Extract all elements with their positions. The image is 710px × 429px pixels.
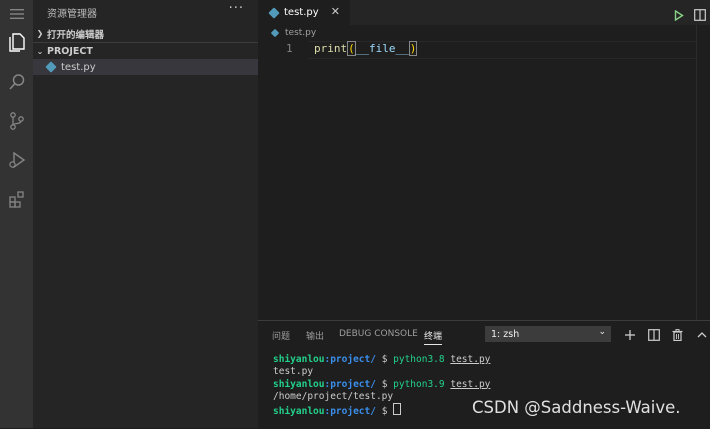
prompt-user: shiyanlou [273, 378, 325, 390]
close-icon[interactable]: ✕ [331, 5, 340, 18]
terminal-cursor [393, 403, 402, 416]
python-file-icon [268, 6, 280, 19]
project-label: PROJECT [47, 46, 93, 57]
terminal-select-value: 1: zsh [491, 328, 520, 340]
prompt-path: :project/ [324, 406, 376, 418]
terminal-line: test.py [273, 366, 314, 378]
open-editors-section[interactable]: ❯ 打开的编辑器 [33, 25, 258, 42]
explorer-icon[interactable] [0, 26, 33, 60]
code-close-paren: ) [408, 41, 418, 56]
terminal-line: shiyanlou:project/ $ python3.8 test.py [273, 354, 490, 366]
activity-bar [0, 0, 33, 428]
chevron-up-icon [697, 332, 707, 338]
plus-icon [625, 330, 635, 340]
scrollbar-track[interactable] [696, 25, 697, 320]
tab-problems[interactable]: 问题 [272, 329, 290, 342]
prompt-symbol: $ [375, 406, 394, 418]
terminal-output[interactable]: shiyanlou:project/ $ python3.8 test.py te… [273, 354, 490, 418]
line-number: 1 [286, 42, 293, 55]
split-editor-button[interactable] [694, 6, 706, 25]
prompt-symbol: $ [375, 378, 394, 390]
python-file-icon [270, 28, 280, 38]
chevron-down-icon: ⌄ [36, 47, 44, 56]
file-name: test.py [61, 61, 96, 73]
prompt-path: :project/ [324, 378, 376, 390]
chevron-down-icon: ⌄ [598, 327, 606, 337]
play-icon [674, 9, 684, 22]
menu-icon[interactable] [0, 0, 33, 28]
source-control-icon[interactable] [0, 104, 33, 138]
kill-terminal-button[interactable] [672, 326, 683, 345]
breadcrumb[interactable]: test.py [270, 28, 317, 38]
new-terminal-button[interactable] [624, 326, 636, 345]
code-line[interactable]: 1 print(__file__) [258, 41, 698, 59]
explorer-sidebar: 资源管理器 ··· ❯ 打开的编辑器 ⌄ PROJECT test.py [33, 0, 258, 428]
search-icon[interactable] [0, 65, 33, 99]
tab-debug-console[interactable]: DEBUG CONSOLE [339, 329, 418, 339]
more-actions-button[interactable]: ··· [229, 1, 244, 16]
terminal-select[interactable]: 1: zsh ⌄ [485, 326, 611, 342]
maximize-panel-button[interactable] [696, 326, 708, 345]
terminal-line: shiyanlou:project/ $ python3.9 test.py [273, 379, 490, 391]
project-section[interactable]: ⌄ PROJECT [33, 42, 258, 60]
split-terminal-button[interactable] [648, 326, 660, 345]
chevron-right-icon: ❯ [36, 29, 44, 38]
tab-label: test.py [284, 7, 319, 18]
trash-icon [672, 329, 683, 342]
code-text[interactable]: print(__file__) [314, 41, 418, 56]
editor-tab-bar: test.py ✕ [258, 0, 710, 25]
command: python3.8 [393, 354, 445, 365]
prompt-user: shiyanlou [273, 406, 325, 418]
open-editors-label: 打开的编辑器 [47, 29, 105, 41]
prompt-path: :project/ [324, 354, 376, 365]
split-terminal-icon [648, 329, 660, 341]
run-python-button[interactable] [674, 6, 684, 25]
code-argument: __file__ [355, 42, 409, 55]
command-arg[interactable]: test.py [450, 354, 490, 365]
file-item-test-py[interactable]: test.py [33, 59, 258, 75]
command-arg[interactable]: test.py [450, 379, 490, 390]
tab-output[interactable]: 输出 [306, 329, 324, 342]
prompt-symbol: $ [375, 354, 394, 365]
tab-test-py[interactable]: test.py ✕ [258, 0, 350, 25]
command: python3.9 [393, 378, 445, 390]
run-debug-icon[interactable] [0, 143, 33, 177]
split-editor-icon [694, 9, 706, 21]
explorer-title: 资源管理器 [47, 9, 97, 20]
python-file-icon [45, 61, 57, 73]
terminal-line: /home/project/test.py [273, 390, 394, 402]
watermark: CSDN @Saddness-Waive. [472, 398, 681, 417]
code-function: print [314, 42, 348, 55]
editor-area: test.py ✕ test.py 1 print(__file__) [258, 0, 710, 320]
code-open-paren: ( [347, 41, 356, 56]
panel-tabs: 问题 输出 DEBUG CONSOLE 终端 1: zsh ⌄ [258, 321, 710, 347]
extensions-icon[interactable] [0, 182, 33, 216]
tab-terminal[interactable]: 终端 [424, 329, 443, 345]
terminal-line: shiyanlou:project/ $ [273, 403, 490, 418]
breadcrumb-file: test.py [285, 28, 317, 38]
prompt-user: shiyanlou [273, 354, 325, 365]
